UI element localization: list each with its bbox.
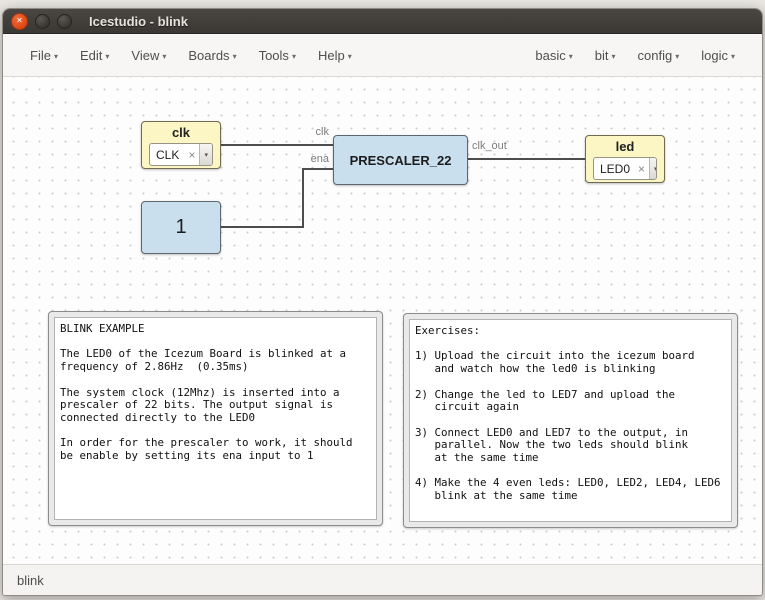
app-window: ✕ Icestudio - blink File▾ Edit▾ View▾ Bo…: [2, 8, 763, 596]
titlebar: ✕ Icestudio - blink: [3, 9, 762, 34]
block-title: clk: [142, 122, 220, 142]
caret-down-icon[interactable]: ▾: [199, 144, 212, 165]
menu-group-right: basic▾ bit▾ config▾ logic▾: [524, 42, 746, 69]
exercises-note[interactable]: Exercises: 1) Upload the circuit into th…: [403, 313, 738, 528]
prescaler-block[interactable]: PRESCALER_22: [333, 135, 468, 185]
close-button[interactable]: ✕: [11, 13, 28, 30]
wires-layer: [3, 77, 703, 297]
led-output-block[interactable]: led LED0 × ▾: [585, 135, 665, 183]
note-title: BLINK EXAMPLE: [60, 323, 371, 336]
window-title: Icestudio - blink: [89, 14, 188, 29]
menu-boards[interactable]: Boards ▾: [177, 42, 247, 69]
note-body: 1) Upload the circuit into the icezum bo…: [415, 350, 726, 502]
note-body: The LED0 of the Icezum Board is blinked …: [60, 348, 371, 462]
caret-down-icon: ▾: [612, 52, 616, 61]
menubar: File▾ Edit▾ View▾ Boards▾ Tools▾ Help▾ b…: [3, 34, 762, 77]
menu-view[interactable]: View▾: [120, 42, 177, 69]
menu-label: bit: [595, 48, 609, 63]
statusbar: blink: [3, 564, 762, 595]
constant-value: 1: [175, 216, 186, 239]
clear-icon[interactable]: ×: [184, 148, 199, 162]
menu-file[interactable]: File▾: [19, 42, 69, 69]
caret-down-icon[interactable]: ▾: [649, 158, 657, 179]
caret-down-icon: ▾: [233, 52, 237, 61]
note-content: Exercises: 1) Upload the circuit into th…: [409, 319, 732, 522]
menu-config[interactable]: config▾: [627, 42, 691, 69]
block-title: PRESCALER_22: [350, 153, 452, 168]
combo-value: CLK: [150, 148, 184, 162]
blink-example-note[interactable]: BLINK EXAMPLE The LED0 of the Icezum Boa…: [48, 311, 383, 526]
constant-block[interactable]: 1: [141, 201, 221, 254]
menu-label: Edit: [80, 48, 102, 63]
caret-down-icon: ▾: [731, 52, 735, 61]
caret-down-icon: ▾: [292, 52, 296, 61]
maximize-button[interactable]: [57, 14, 72, 29]
caret-down-icon: ▾: [569, 52, 573, 61]
menu-logic[interactable]: logic▾: [690, 42, 746, 69]
menu-label: Boards: [188, 48, 229, 63]
pin-label-clk-out: clk_out: [472, 140, 507, 152]
menu-bit[interactable]: bit▾: [584, 42, 627, 69]
menu-basic[interactable]: basic ▾: [524, 42, 583, 69]
note-content: BLINK EXAMPLE The LED0 of the Icezum Boa…: [54, 317, 377, 520]
note-title: Exercises:: [415, 325, 726, 338]
schematic-canvas[interactable]: clk CLK × ▾ PRESCALER_22 led LED0 × ▾ 1 …: [3, 77, 762, 564]
status-project-name: blink: [17, 573, 44, 588]
clk-select[interactable]: CLK × ▾: [149, 143, 213, 166]
menu-label: Help: [318, 48, 345, 63]
wire-ena[interactable]: [221, 169, 333, 227]
menu-label: Tools: [259, 48, 289, 63]
pin-label-clk: clk: [269, 126, 329, 138]
clear-icon[interactable]: ×: [634, 162, 649, 176]
menu-group-left: File▾ Edit▾ View▾ Boards▾ Tools▾ Help▾: [19, 42, 363, 69]
clk-input-block[interactable]: clk CLK × ▾: [141, 121, 221, 169]
caret-down-icon: ▾: [675, 52, 679, 61]
menu-tools[interactable]: Tools▾: [248, 42, 307, 69]
menu-edit[interactable]: Edit▾: [69, 42, 120, 69]
caret-down-icon: ▾: [105, 52, 109, 61]
caret-down-icon: ▾: [54, 52, 58, 61]
menu-label: logic: [701, 48, 728, 63]
minimize-button[interactable]: [35, 14, 50, 29]
menu-label: config: [638, 48, 673, 63]
close-icon: ✕: [16, 17, 23, 25]
block-title: led: [586, 136, 664, 156]
caret-down-icon: ▾: [162, 52, 166, 61]
menu-label: View: [131, 48, 159, 63]
pin-label-ena: ena: [269, 153, 329, 165]
menu-help[interactable]: Help▾: [307, 42, 363, 69]
combo-value: LED0: [594, 162, 634, 176]
menu-label: basic: [535, 48, 565, 63]
caret-down-icon: ▾: [348, 52, 352, 61]
menu-label: File: [30, 48, 51, 63]
led-select[interactable]: LED0 × ▾: [593, 157, 657, 180]
